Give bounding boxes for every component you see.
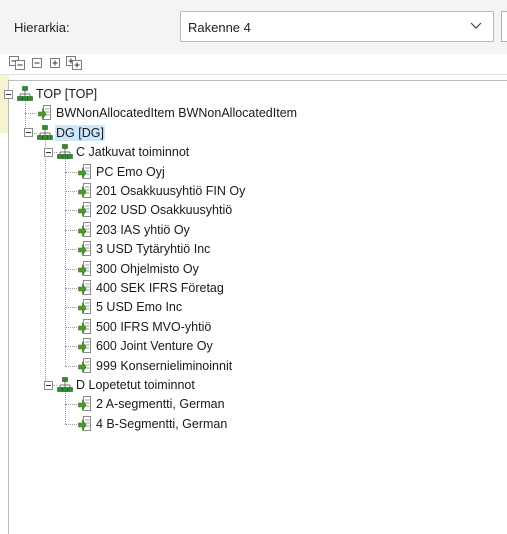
tree-node-label: C Jatkuvat toiminnot bbox=[76, 145, 190, 160]
entity-leaf-icon bbox=[77, 183, 93, 199]
tree-node-label: 3 USD Tytäryhtiö Inc bbox=[96, 242, 211, 257]
tree-node[interactable]: 400 SEK IFRS Företag bbox=[95, 279, 225, 297]
structure-select-value: Rakenne 4 bbox=[188, 20, 251, 35]
tree-node-label: DG [DG] bbox=[55, 124, 105, 141]
tree-node[interactable]: 3 USD Tytäryhtiö Inc bbox=[95, 240, 211, 258]
hierarchy-tree[interactable]: TOP [TOP] BWNonAllocatedItem BWNonAllocat… bbox=[4, 80, 507, 534]
tree-node-label: 202 USD Osakkuusyhtiö bbox=[96, 203, 233, 218]
entity-leaf-icon bbox=[77, 163, 93, 180]
tree-node-label: 4 B-Segmentti, German bbox=[96, 416, 228, 431]
hierarchy-bar: Hierarkia: Rakenne 4 bbox=[0, 0, 507, 54]
tree-connector bbox=[65, 157, 66, 366]
tree-node[interactable]: 600 Joint Venture Oy bbox=[95, 337, 214, 355]
tree-node[interactable]: 202 USD Osakkuusyhtiö bbox=[95, 201, 233, 219]
hierarchy-side-button[interactable] bbox=[501, 11, 507, 42]
tree-node[interactable]: 500 IFRS MVO-yhtiö bbox=[95, 318, 212, 336]
tree-node-label: D Lopetetut toiminnot bbox=[76, 378, 195, 392]
expand-icon[interactable] bbox=[49, 56, 61, 70]
tree-node[interactable]: D Lopetetut toiminnot bbox=[75, 376, 196, 394]
tree-node[interactable]: 4 B-Segmentti, German bbox=[95, 415, 228, 433]
tree-node-label: TOP [TOP] bbox=[36, 87, 98, 101]
tree-node[interactable]: 201 Osakkuusyhtiö FIN Oy bbox=[95, 182, 246, 200]
collapse-icon[interactable] bbox=[31, 56, 43, 70]
tree-node-label: PC Emo Oyj bbox=[96, 164, 165, 179]
tree-node-label: 500 IFRS MVO-yhtiö bbox=[96, 319, 212, 334]
toolbar-divider bbox=[0, 74, 507, 75]
collapse-toggle-icon[interactable] bbox=[4, 89, 13, 99]
tree-node[interactable]: 999 Konsernieliminoinnit bbox=[95, 357, 233, 375]
tree-connector bbox=[65, 326, 77, 328]
tree-node-label: 203 IAS yhtiö Oy bbox=[96, 222, 190, 237]
entity-leaf-icon bbox=[77, 357, 93, 374]
tree-connector bbox=[65, 210, 77, 212]
entity-leaf-icon bbox=[77, 299, 93, 315]
collapse-toggle-icon[interactable] bbox=[44, 147, 53, 157]
tree-connector bbox=[65, 191, 77, 192]
tree-node[interactable]: BWNonAllocatedItem BWNonAllocatedItem bbox=[55, 104, 298, 122]
tree-connector bbox=[65, 390, 66, 424]
structure-select[interactable]: Rakenne 4 bbox=[180, 11, 494, 42]
entity-leaf-icon bbox=[77, 396, 93, 412]
tree-node[interactable]: 203 IAS yhtiö Oy bbox=[95, 221, 191, 239]
tree-node-label: 5 USD Emo Inc bbox=[96, 300, 183, 315]
tree-node-label: BWNonAllocatedItem BWNonAllocatedItem bbox=[56, 106, 298, 121]
entity-leaf-icon bbox=[37, 105, 53, 121]
entity-leaf-icon bbox=[77, 260, 93, 277]
tree-connector bbox=[65, 249, 77, 251]
tree-node-label: 600 Joint Venture Oy bbox=[96, 339, 213, 354]
hierarchy-group-icon bbox=[17, 86, 33, 102]
expand-all-icon[interactable] bbox=[66, 56, 84, 70]
entity-leaf-icon bbox=[77, 221, 93, 238]
entity-leaf-icon bbox=[77, 338, 93, 354]
tree-connector bbox=[65, 365, 77, 367]
tree-connector bbox=[65, 288, 77, 289]
tree-node[interactable]: 2 A-segmentti, German bbox=[95, 395, 226, 413]
tree-node-label: 999 Konsernieliminoinnit bbox=[96, 358, 233, 373]
tree-connector bbox=[65, 423, 77, 425]
tree-connector bbox=[65, 307, 77, 309]
tree-node[interactable]: 5 USD Emo Inc bbox=[95, 298, 183, 316]
tree-connector bbox=[65, 268, 77, 270]
tree-connector bbox=[25, 113, 37, 115]
tree-node[interactable]: PC Emo Oyj bbox=[95, 163, 166, 181]
tree-node[interactable]: 300 Ohjelmisto Oy bbox=[95, 260, 200, 278]
tree-node[interactable]: TOP [TOP] bbox=[35, 85, 98, 103]
entity-leaf-icon bbox=[77, 241, 93, 257]
collapse-toggle-icon[interactable] bbox=[44, 380, 53, 390]
tree-toolbar bbox=[0, 54, 507, 76]
hierarchy-label: Hierarkia: bbox=[14, 20, 70, 35]
entity-leaf-icon bbox=[77, 202, 93, 218]
tree-node-label: 201 Osakkuusyhtiö FIN Oy bbox=[96, 184, 246, 198]
tree-node-label: 400 SEK IFRS Företag bbox=[96, 281, 224, 295]
collapse-all-icon[interactable] bbox=[9, 56, 27, 70]
tree-connector bbox=[65, 404, 77, 406]
collapse-toggle-icon[interactable] bbox=[24, 128, 33, 138]
tree-node[interactable]: C Jatkuvat toiminnot bbox=[75, 143, 190, 161]
hierarchy-group-icon bbox=[37, 124, 53, 141]
tree-connector bbox=[65, 171, 77, 173]
hierarchy-group-icon bbox=[57, 144, 73, 160]
tree-connector bbox=[65, 346, 77, 348]
hierarchy-group-icon bbox=[57, 377, 73, 393]
tree-node-label: 2 A-segmentti, German bbox=[96, 397, 225, 412]
entity-leaf-icon bbox=[77, 280, 93, 296]
entity-leaf-icon bbox=[77, 318, 93, 335]
tree-connector bbox=[45, 137, 46, 385]
tree-node-label: 300 Ohjelmisto Oy bbox=[96, 261, 199, 276]
chevron-down-icon[interactable] bbox=[469, 19, 483, 33]
tree-connector bbox=[65, 229, 77, 231]
entity-leaf-icon bbox=[77, 415, 93, 432]
tree-node[interactable]: DG [DG] bbox=[55, 124, 105, 142]
